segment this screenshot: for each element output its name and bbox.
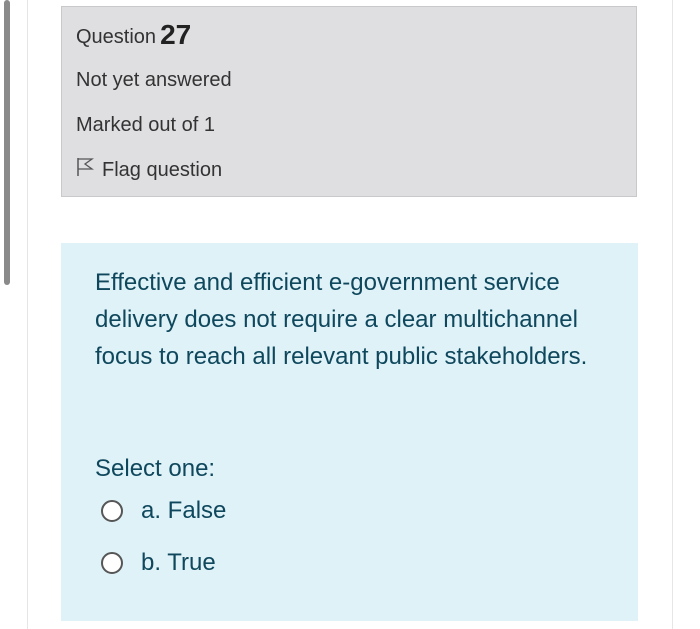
question-info-panel: Question 27 Not yet answered Marked out o… (61, 6, 637, 197)
question-text: Effective and efficient e-government ser… (95, 269, 588, 370)
answer-option-true[interactable]: b. True (101, 549, 216, 577)
radio-unchecked-icon[interactable] (101, 500, 123, 522)
answer-option-label: a. False (141, 497, 227, 524)
flag-icon (76, 157, 102, 183)
answer-option-false[interactable]: a. False (101, 497, 226, 525)
question-number-value: 27 (160, 19, 192, 50)
question-label: Question (76, 26, 157, 48)
quiz-page: Question 27 Not yet answered Marked out o… (0, 0, 700, 629)
answer-option-label: b. True (141, 549, 216, 576)
radio-unchecked-icon[interactable] (101, 552, 123, 574)
content-border-left (27, 0, 28, 629)
side-scroll-indicator (4, 0, 10, 285)
question-state: Not yet answered (76, 69, 232, 91)
flag-question-label: Flag question (102, 158, 223, 181)
answer-prompt: Select one: (95, 455, 216, 482)
flag-question-link[interactable]: Flag question (76, 157, 222, 183)
question-content-panel: Effective and efficient e-government ser… (61, 243, 638, 621)
content-border-right (672, 0, 673, 629)
question-grade: Marked out of 1 (76, 114, 215, 136)
question-number: Question 27 (76, 19, 191, 51)
